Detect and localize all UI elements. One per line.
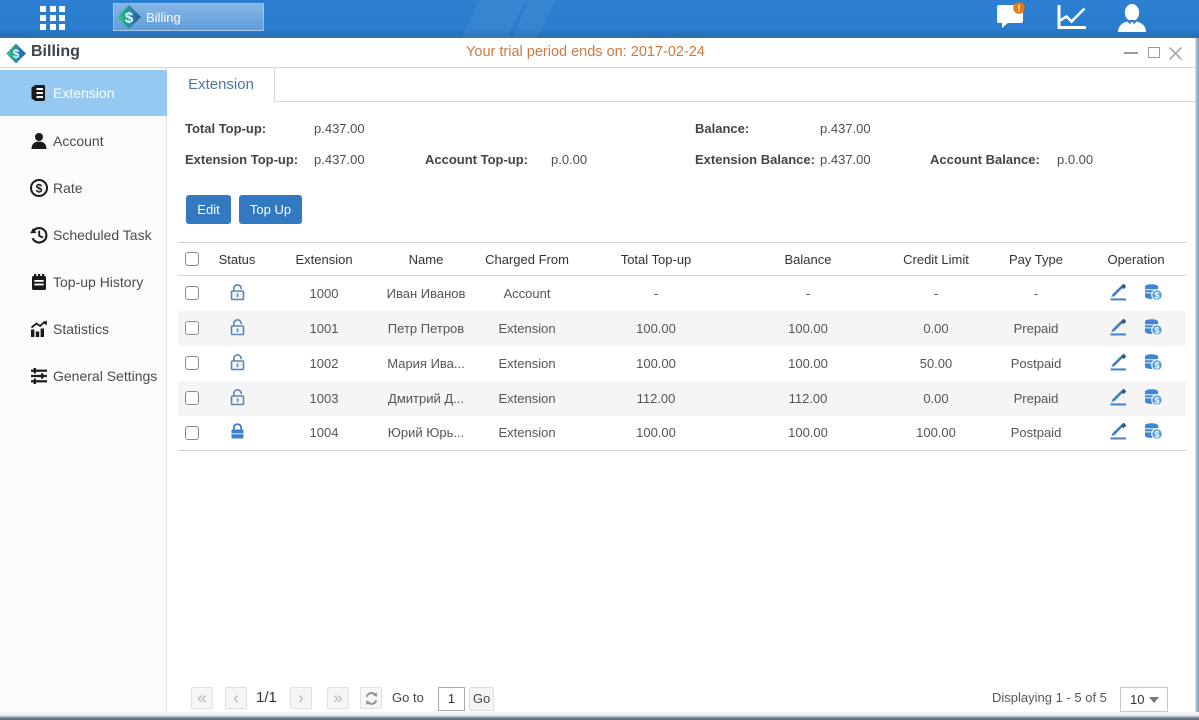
svg-text:$: $ <box>125 10 134 27</box>
svg-text:$: $ <box>1154 290 1159 300</box>
svg-text:$: $ <box>36 181 43 195</box>
svg-text:$: $ <box>1154 325 1159 335</box>
svg-text:!: ! <box>1017 4 1020 15</box>
svg-text:$: $ <box>1154 395 1159 405</box>
svg-text:$: $ <box>1154 430 1159 440</box>
svg-text:$: $ <box>1154 360 1159 370</box>
